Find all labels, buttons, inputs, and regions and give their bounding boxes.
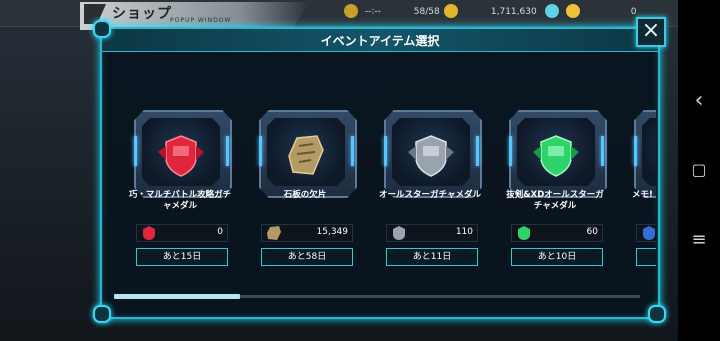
item-count-row — [636, 224, 656, 242]
back-icon[interactable]: ‹ — [678, 88, 720, 113]
item-name: メモ! — [632, 190, 653, 200]
frame-light-left — [384, 136, 387, 166]
frame-light-left — [509, 136, 512, 166]
add-gem-icon[interactable] — [565, 4, 580, 18]
gem-display: 0 — [545, 4, 636, 20]
item-remaining-days: あと11日 — [386, 248, 478, 266]
list-item[interactable]: メモ! — [628, 110, 656, 270]
item-name: 巧・マルチバトル攻略ガチャメダル — [128, 190, 232, 211]
shop-title: ショップ — [112, 6, 172, 22]
item-remaining-days: あと15日 — [136, 248, 228, 266]
item-remaining-days: あと58日 — [261, 248, 353, 266]
item-count-row: 110 — [386, 224, 478, 242]
item-count: 0 — [217, 227, 223, 237]
silver-medal-small-icon — [393, 226, 405, 240]
item-name: 石板の欠片 — [283, 190, 327, 200]
red-medal-icon — [158, 135, 204, 177]
red-medal-small-icon — [143, 226, 155, 240]
item-remaining-days — [636, 248, 656, 266]
item-count-row: 60 — [511, 224, 603, 242]
corner-ornament-br — [648, 305, 666, 323]
frame-light-left — [634, 136, 637, 166]
frame-light-right — [601, 136, 604, 166]
android-navigation-bar: ‹ ▢ ≡ — [678, 0, 720, 341]
stamina-icon — [344, 4, 358, 18]
item-count-row: 0 — [136, 224, 228, 242]
frame-light-right — [476, 136, 479, 166]
silver-medal-icon — [408, 135, 454, 177]
item-count: 15,349 — [316, 227, 349, 237]
corner-ornament-bl — [93, 305, 111, 323]
stone-tablet-fragment-icon — [288, 135, 324, 175]
item-remaining-days: あと10日 — [511, 248, 603, 266]
coin-value: 1,711,630 — [490, 6, 537, 17]
list-item[interactable]: 巧・マルチバトル攻略ガチャメダル 0 あと15日 — [128, 110, 238, 270]
item-count: 110 — [455, 227, 473, 237]
green-medal-icon — [533, 135, 579, 177]
item-name: オールスターガチャメダル — [379, 190, 481, 200]
list-item[interactable]: オールスターガチャメダル 110 あと11日 — [378, 110, 488, 270]
list-item[interactable]: 抜剣&XDオールスターガチャメダル 60 あと10日 — [503, 110, 613, 270]
item-list[interactable]: 巧・マルチバトル攻略ガチャメダル 0 あと15日 石板の欠片 15,349 あと… — [128, 110, 656, 270]
modal-title: イベントアイテム選択 — [320, 34, 440, 48]
stone-tablet-small-icon — [267, 226, 281, 240]
corner-ornament-tl — [93, 20, 111, 38]
item-count-row: 15,349 — [261, 224, 353, 242]
shop-subtitle: POPUP WINDOW — [170, 17, 232, 24]
list-item[interactable]: 石板の欠片 15,349 あと58日 — [253, 110, 363, 270]
gem-icon — [545, 4, 559, 18]
frame-light-right — [226, 136, 229, 166]
gem-value: 0 — [630, 6, 637, 17]
item-count: 60 — [586, 227, 598, 237]
frame-light-left — [259, 136, 262, 166]
stamina-timer: --:-- — [364, 6, 381, 17]
close-button[interactable]: × — [636, 17, 666, 47]
stamina-value: 58/58 — [413, 6, 440, 17]
frame-light-right — [351, 136, 354, 166]
recent-apps-icon[interactable]: ≡ — [678, 229, 720, 250]
stamina-display: --:-- 58/58 — [344, 4, 440, 20]
home-icon[interactable]: ▢ — [678, 160, 720, 179]
modal-title-bar: イベントアイテム選択 — [102, 29, 658, 52]
coin-display: 1,711,630 — [444, 4, 537, 20]
item-name: 抜剣&XDオールスターガチャメダル — [506, 190, 604, 211]
scrollbar-thumb[interactable] — [114, 294, 240, 299]
coin-icon — [444, 4, 458, 18]
frame-light-left — [134, 136, 137, 166]
green-medal-small-icon — [518, 226, 530, 240]
blue-medal-small-icon — [643, 226, 655, 240]
item-frame-inner — [642, 118, 656, 186]
